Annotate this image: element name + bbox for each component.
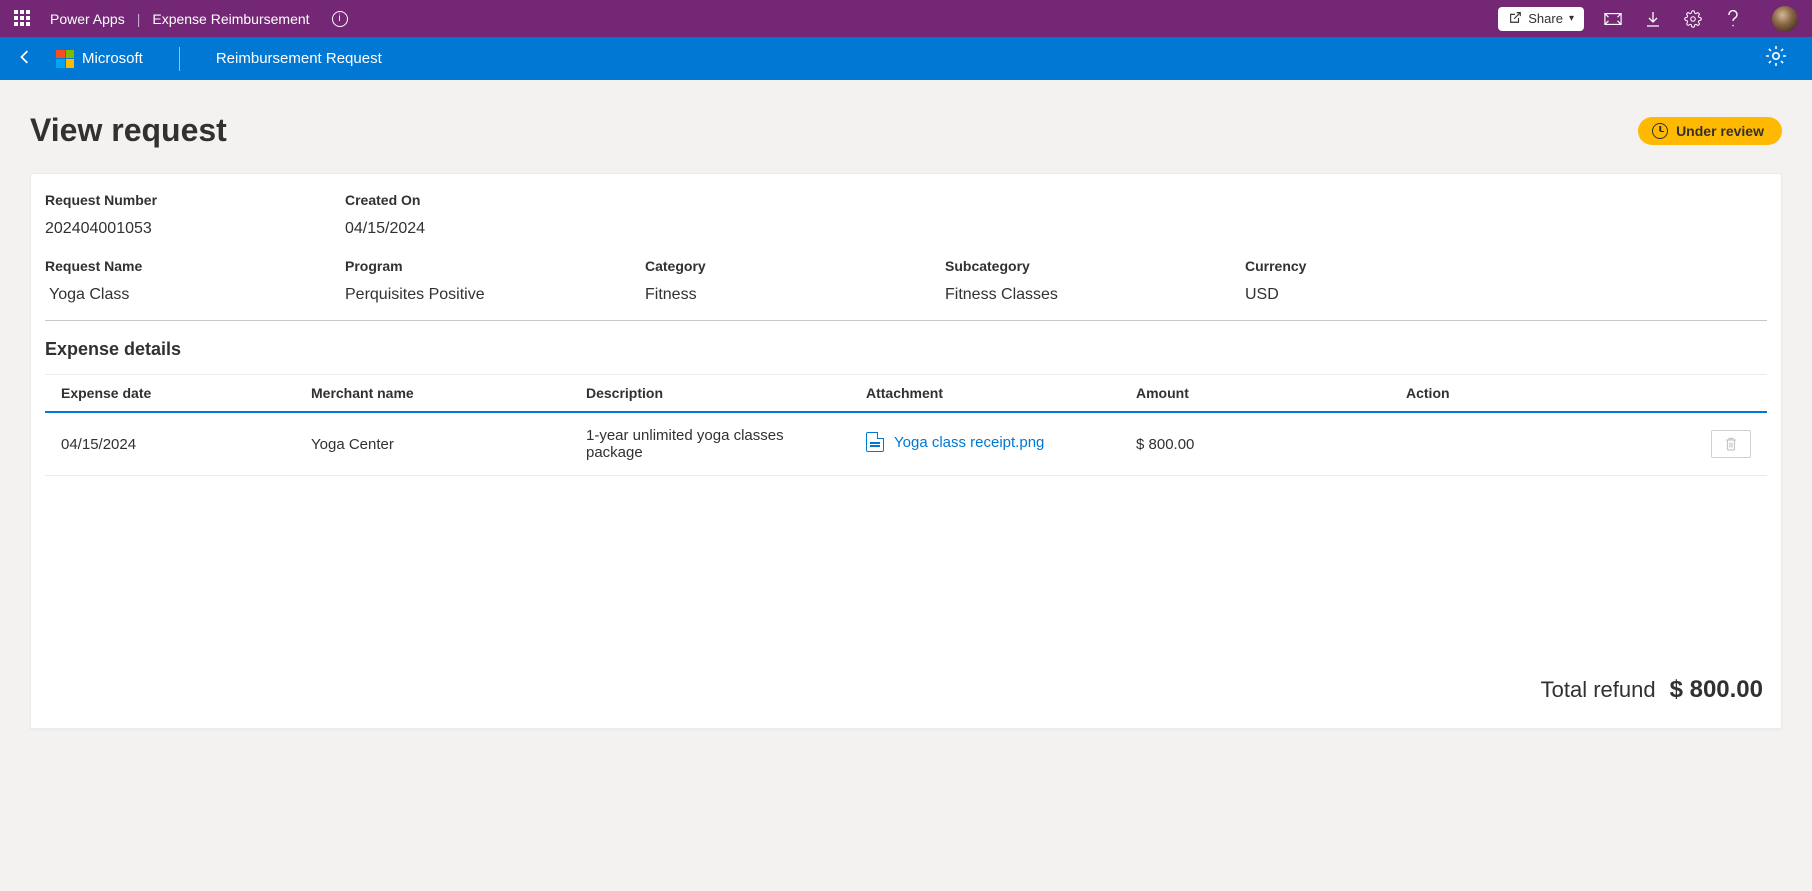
field-value: Yoga Class: [45, 286, 345, 304]
total-refund-value: $ 800.00: [1670, 676, 1763, 704]
field-label: Currency: [1245, 258, 1767, 274]
trash-icon: [1725, 437, 1737, 451]
share-button[interactable]: Share ▾: [1498, 7, 1584, 31]
field-request-number: Request Number 202404001053: [45, 192, 345, 238]
cell-description: 1-year unlimited yoga classes package: [570, 412, 850, 476]
field-currency: Currency USD: [1245, 258, 1767, 304]
cell-action: [1390, 412, 1767, 476]
fit-screen-icon[interactable]: [1604, 12, 1622, 26]
info-icon[interactable]: i: [332, 11, 348, 27]
main-content: View request Under review Request Number…: [0, 80, 1812, 891]
cell-attachment: Yoga class receipt.png: [850, 412, 1120, 476]
chevron-down-icon: ▾: [1569, 13, 1574, 24]
field-value: Fitness Classes: [945, 286, 1245, 304]
th-description: Description: [570, 375, 850, 413]
total-refund-label: Total refund: [1541, 677, 1656, 703]
share-button-label: Share: [1528, 11, 1563, 26]
top-title: Power Apps | Expense Reimbursement: [50, 11, 310, 27]
microsoft-logo-icon: [56, 50, 74, 68]
app-settings-icon[interactable]: [1764, 44, 1788, 74]
delete-row-button[interactable]: [1711, 430, 1751, 458]
th-expense-date: Expense date: [45, 375, 295, 413]
field-value: 04/15/2024: [345, 220, 645, 238]
back-button[interactable]: [14, 48, 36, 69]
share-icon: [1508, 10, 1522, 27]
th-attachment: Attachment: [850, 375, 1120, 413]
expense-section-title: Expense details: [45, 339, 1767, 360]
field-label: Request Name: [45, 258, 345, 274]
microsoft-label: Microsoft: [82, 50, 143, 67]
power-apps-top-bar: Power Apps | Expense Reimbursement i Sha…: [0, 0, 1812, 37]
field-label: Category: [645, 258, 945, 274]
status-badge-label: Under review: [1676, 123, 1764, 139]
table-header-row: Expense date Merchant name Description A…: [45, 375, 1767, 413]
field-subcategory: Subcategory Fitness Classes: [945, 258, 1245, 304]
table-row: 04/15/2024 Yoga Center 1-year unlimited …: [45, 412, 1767, 476]
field-label: Created On: [345, 192, 645, 208]
download-icon[interactable]: [1646, 11, 1660, 27]
attachment-name: Yoga class receipt.png: [894, 434, 1044, 451]
field-value: Perquisites Positive: [345, 286, 645, 304]
user-avatar[interactable]: [1772, 6, 1798, 32]
cell-amount: $ 800.00: [1120, 412, 1390, 476]
total-refund-row: Total refund $ 800.00: [45, 676, 1767, 704]
attachment-link[interactable]: Yoga class receipt.png: [866, 432, 1044, 452]
field-label: Subcategory: [945, 258, 1245, 274]
status-badge: Under review: [1638, 117, 1782, 145]
field-created-on: Created On 04/15/2024: [345, 192, 645, 238]
screen-name: Reimbursement Request: [216, 50, 382, 67]
brand-label: Power Apps: [50, 11, 125, 27]
help-icon[interactable]: [1726, 10, 1740, 28]
field-value: 202404001053: [45, 220, 345, 238]
field-category: Category Fitness: [645, 258, 945, 304]
settings-icon[interactable]: [1684, 10, 1702, 28]
clock-icon: [1652, 123, 1668, 139]
page-title: View request: [30, 112, 227, 149]
cell-date: 04/15/2024: [45, 412, 295, 476]
title-separator: |: [133, 11, 145, 27]
th-action: Action: [1390, 375, 1767, 413]
field-request-name: Request Name Yoga Class: [45, 258, 345, 304]
field-label: Program: [345, 258, 645, 274]
field-value: USD: [1245, 286, 1767, 304]
field-program: Program Perquisites Positive: [345, 258, 645, 304]
request-card: Request Number 202404001053 Created On 0…: [30, 173, 1782, 729]
header-divider: [179, 47, 180, 71]
field-label: Request Number: [45, 192, 345, 208]
field-value: Fitness: [645, 286, 945, 304]
file-image-icon: [866, 432, 884, 452]
th-merchant: Merchant name: [295, 375, 570, 413]
cell-merchant: Yoga Center: [295, 412, 570, 476]
app-label: Expense Reimbursement: [152, 11, 309, 27]
expense-table: Expense date Merchant name Description A…: [45, 374, 1767, 476]
app-header: Microsoft Reimbursement Request: [0, 37, 1812, 80]
app-launcher-icon[interactable]: [14, 10, 32, 28]
section-divider: [45, 320, 1767, 321]
th-amount: Amount: [1120, 375, 1390, 413]
